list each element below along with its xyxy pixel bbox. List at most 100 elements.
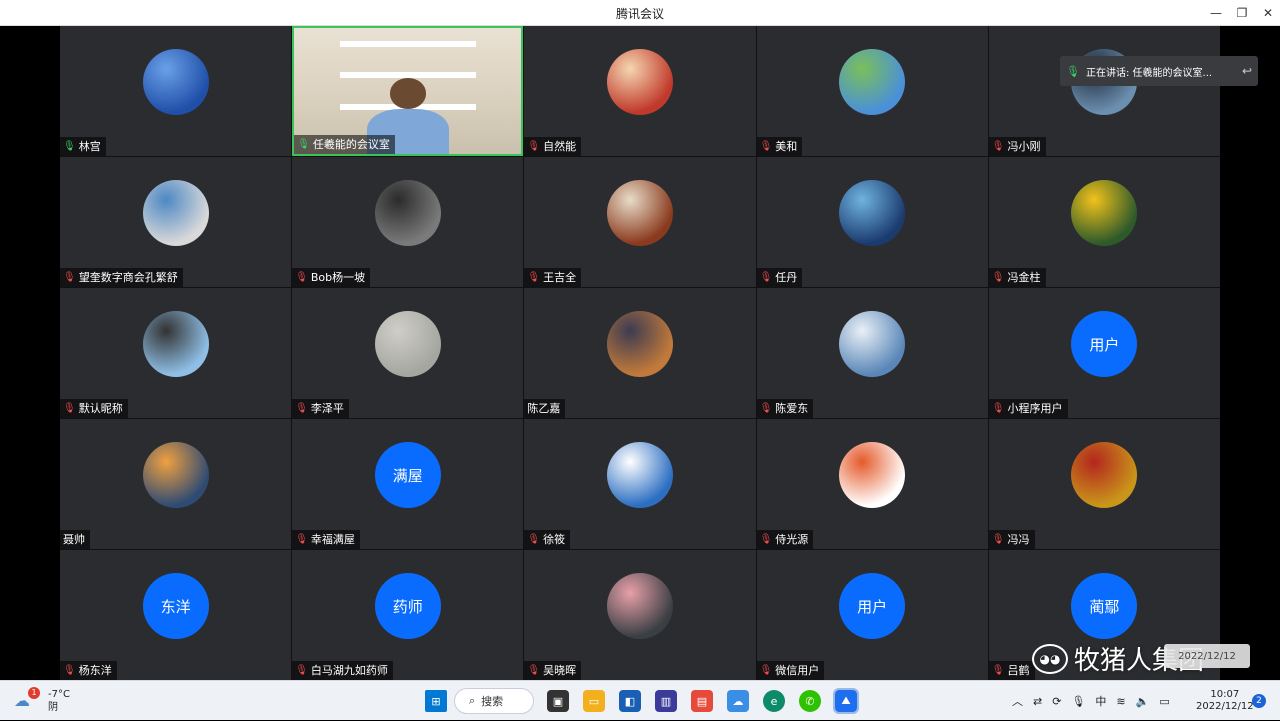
title-bar: 腾讯会议 — ❐ ✕	[0, 0, 1280, 26]
participant-avatar	[839, 442, 906, 508]
participant-name-tag: 🎙 冯冯	[988, 530, 1035, 549]
mic-muted-icon: 🎙	[991, 272, 1005, 283]
participant-tile[interactable]: 🎙 任丹	[756, 157, 988, 287]
return-icon[interactable]: ↩	[1242, 64, 1252, 78]
participant-tile[interactable]: 🎙 冯冯	[988, 419, 1220, 549]
participant-avatar: 蔺鄢	[1071, 573, 1138, 639]
mic-muted-icon: 🎙	[295, 665, 308, 676]
wechat-app-icon[interactable]: ✆	[799, 690, 821, 712]
participant-tile[interactable]: 🎙 陈爱东	[756, 288, 988, 418]
participant-name-tag: 🎙 徐筱	[524, 530, 571, 549]
participant-name-tag: 🎙 李泽平	[292, 399, 349, 418]
participant-name: 吴晓晖	[543, 664, 577, 677]
network-switch-icon[interactable]: ⇄	[1033, 695, 1042, 708]
microphone-icon[interactable]: 🎙	[1071, 695, 1085, 708]
red-app-icon[interactable]: ▤	[691, 690, 713, 712]
participant-avatar	[839, 311, 906, 377]
notification-badge[interactable]: 2	[1252, 694, 1266, 708]
file-explorer-icon[interactable]: ▭	[583, 690, 605, 712]
participant-name-tag: 🎙 冯金柱	[988, 268, 1046, 287]
participant-tile[interactable]: 药师 🎙 白马湖九如药师	[292, 550, 524, 680]
mic-muted-icon: 🎙	[991, 141, 1005, 152]
chevron-up-icon[interactable]: ︿	[1012, 693, 1023, 709]
weather-widget[interactable]: ☁ 1 -7°C 阴	[14, 681, 70, 721]
tencent-meeting-icon[interactable]: ⛰	[833, 688, 859, 714]
participant-tile[interactable]: 🎙 李泽平	[292, 288, 524, 418]
mic-muted-icon: 🎙	[991, 534, 1005, 545]
windows-start-icon[interactable]: ⊞	[425, 690, 447, 712]
avatar-initials: 药师	[392, 597, 423, 616]
participant-name: 默认昵称	[78, 402, 123, 415]
participant-avatar	[1071, 442, 1138, 508]
clock[interactable]: 10:07 2022/12/12	[1196, 681, 1254, 721]
participant-tile[interactable]: 🎙 吴晓晖	[524, 550, 756, 680]
participant-name: 陈乙嘉	[527, 402, 561, 415]
participant-name: 幸福满屋	[310, 533, 355, 546]
ime-indicator[interactable]: 中	[1095, 693, 1106, 709]
participant-tile[interactable]: 用户 🎙 小程序用户	[988, 288, 1220, 418]
active-speaker-indicator[interactable]: 🎙 正在讲话: 任羲能的会议室... ↩	[1060, 56, 1258, 86]
participant-name-tag: 🎙 任丹	[756, 268, 803, 287]
mic-muted-icon: 🎙	[63, 665, 76, 676]
mic-muted-icon: 🎙	[991, 665, 1005, 676]
participant-tile[interactable]: 🎙 王吉全	[524, 157, 756, 287]
cloud-app-icon[interactable]: ☁	[727, 690, 749, 712]
mic-muted-icon: 🎙	[63, 272, 76, 283]
participant-avatar	[839, 49, 906, 115]
task-view-icon[interactable]: ▣	[547, 690, 569, 712]
chart-app-icon[interactable]: ▥	[655, 690, 677, 712]
taskbar: ☁ 1 -7°C 阴 ⊞ ⌕ 搜索 ▣ ▭ ◧ ▥ ▤ ☁ e ✆ ⛰ ︿ ⇄ …	[0, 680, 1280, 720]
volume-icon[interactable]: 🔈	[1136, 695, 1150, 708]
avatar-initials: 用户	[1089, 335, 1120, 354]
mic-muted-icon: 🎙	[759, 534, 773, 545]
participant-tile[interactable]: 🎙 自然能	[524, 26, 756, 156]
store-icon[interactable]: ◧	[619, 690, 641, 712]
participant-avatar	[606, 180, 673, 246]
participant-tile[interactable]: 满屋 🎙 幸福满屋	[292, 419, 524, 549]
participant-name-tag: 陈乙嘉	[524, 399, 566, 418]
participant-tile[interactable]: 🎙 默认昵称	[60, 288, 292, 418]
participant-name: 冯小刚	[1007, 140, 1041, 153]
mic-muted-icon: 🎙	[527, 141, 541, 152]
close-button[interactable]: ✕	[1252, 0, 1280, 26]
participant-tile[interactable]: 🎙 Bob杨一坡	[292, 157, 524, 287]
participant-tile[interactable]: 东洋 🎙 杨东洋	[60, 550, 292, 680]
weather-desc: 阴	[48, 702, 58, 713]
participant-tile[interactable]: 🎙 侍光源	[756, 419, 988, 549]
search-label: 搜索	[481, 695, 504, 708]
participant-tile[interactable]: 🎙 任羲能的会议室	[292, 26, 524, 156]
participant-tile[interactable]: 🎙 冯小刚	[988, 26, 1220, 156]
battery-icon[interactable]: ▭	[1159, 695, 1169, 708]
mic-icon: 🎙	[1066, 64, 1080, 78]
participant-name: 陈爱东	[775, 402, 809, 415]
participant-tile[interactable]: 🎙 徐筱	[524, 419, 756, 549]
edge-browser-icon[interactable]: e	[763, 690, 785, 712]
participant-tile[interactable]: 聂帅	[60, 419, 292, 549]
taskbar-search[interactable]: ⌕ 搜索	[454, 688, 534, 714]
participant-name-tag: 🎙 吕鹤	[988, 661, 1035, 680]
sync-icon[interactable]: ⟳	[1052, 695, 1061, 708]
participant-avatar: 用户	[839, 573, 906, 639]
participant-name-tag: 🎙 望奎数字商会孔繁舒	[60, 268, 183, 287]
weather-badge: 1	[28, 687, 40, 699]
participant-tile[interactable]: 🎙 林宫	[60, 26, 292, 156]
mic-muted-icon: 🎙	[295, 534, 308, 545]
participant-tile[interactable]: 用户 🎙 微信用户	[756, 550, 988, 680]
mic-muted-icon: 🎙	[295, 403, 308, 414]
participant-name-tag: 🎙 默认昵称	[60, 399, 128, 418]
participant-tile[interactable]: 🎙 冯金柱	[988, 157, 1220, 287]
participant-name-tag: 🎙 小程序用户	[988, 399, 1068, 418]
participant-name-tag: 聂帅	[60, 530, 90, 549]
participant-name-tag: 🎙 侍光源	[756, 530, 814, 549]
wifi-icon[interactable]: ≋	[1116, 695, 1125, 708]
avatar-initials: 用户	[857, 597, 888, 616]
participant-tile[interactable]: 🎙 望奎数字商会孔繁舒	[60, 157, 292, 287]
participant-tile[interactable]: 🎙 美和	[756, 26, 988, 156]
participant-tile[interactable]: 陈乙嘉	[524, 288, 756, 418]
participant-avatar	[374, 180, 441, 246]
participant-name: 望奎数字商会孔繁舒	[78, 271, 178, 284]
participant-name-tag: 🎙 微信用户	[756, 661, 825, 680]
mic-muted-icon: 🎙	[63, 403, 76, 414]
participant-name: 白马湖九如药师	[310, 664, 388, 677]
mic-muted-icon: 🎙	[759, 272, 773, 283]
